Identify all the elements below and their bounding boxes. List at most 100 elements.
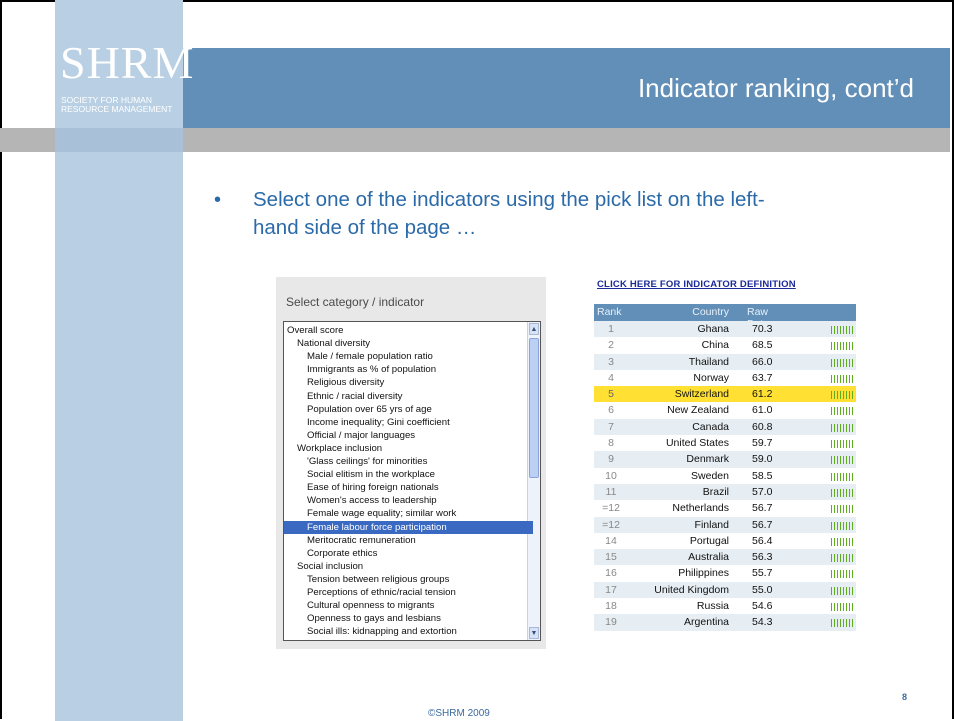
ranking-row: 3 Thailand 66.0 (594, 353, 856, 370)
country-cell: Brazil (702, 485, 729, 498)
indicator-list-item[interactable]: Population over 65 yrs of age (284, 403, 533, 416)
indicator-list-item[interactable]: Female wage equality; similar work (284, 507, 533, 520)
indicator-list-item[interactable]: Religious diversity (284, 376, 533, 389)
bullet-icon: • (214, 189, 222, 211)
indicator-list-item[interactable]: Social elitism in the workplace (284, 468, 533, 481)
indicator-list-item[interactable]: Ease of hiring foreign nationals (284, 481, 533, 494)
rank-cell: 7 (608, 420, 614, 433)
indicator-list-item[interactable]: Social inclusion (284, 560, 533, 573)
footer-copyright: ©SHRM 2009 (428, 708, 490, 719)
indicator-list-item[interactable]: Official / major languages (284, 429, 533, 442)
slide-title: Indicator ranking, cont’d (637, 73, 914, 103)
country-cell: Australia (688, 551, 729, 564)
score-bar (831, 358, 855, 367)
indicator-list-item[interactable]: Women's access to leadership (284, 494, 533, 507)
score-bar (831, 586, 855, 595)
ranking-row: 2 China 68.5 (594, 337, 856, 353)
ranking-row: 5 Switzerland 61.2 (594, 386, 856, 403)
logo-subtitle: SOCIETY FOR HUMAN RESOURCE MANAGEMENT (61, 96, 183, 114)
ranking-row: 4 Norway 63.7 (594, 370, 856, 386)
indicator-list-item[interactable]: Perceptions of ethnic/racial tension (284, 586, 533, 599)
rank-cell: 5 (608, 388, 614, 401)
indicator-list-item[interactable]: Corporate ethics (284, 547, 533, 560)
indicator-list[interactable]: ▲ ▼ Overall score National diversity Male … (283, 321, 541, 641)
country-cell: Ghana (697, 323, 729, 335)
indicator-list-item[interactable]: National diversity (284, 337, 533, 350)
score-bar (831, 619, 855, 628)
raw-data-cell: 57.0 (752, 485, 773, 498)
ranking-table: Rank Country Raw Data 1Ghana70.32China68… (594, 304, 856, 631)
indicator-list-item[interactable]: Male / female population ratio (284, 350, 533, 363)
ranking-table-header: Rank Country Raw Data (594, 304, 856, 330)
raw-data-cell: 63.7 (752, 371, 773, 384)
indicator-list-item[interactable]: Immigrants as % of population (284, 363, 533, 376)
ranking-row: =12 Finland 56.7 (594, 516, 856, 533)
raw-data-cell: 56.7 (752, 502, 773, 515)
raw-data-cell: 55.0 (752, 583, 773, 596)
score-bar (831, 554, 855, 563)
indicator-list-item[interactable]: Ethnic / racial diversity (284, 390, 533, 403)
indicator-list-item[interactable]: Meritocratic remuneration (284, 534, 533, 547)
rank-cell: 18 (605, 600, 617, 613)
indicator-list-item[interactable]: 'Glass ceilings' for minorities (284, 455, 533, 468)
score-bar (831, 521, 855, 530)
country-cell: Russia (696, 600, 729, 613)
raw-data-cell: 68.5 (752, 339, 773, 352)
rank-cell: 11 (605, 485, 617, 498)
raw-data-cell: 54.6 (752, 600, 773, 613)
ranking-row: 17 United Kingdom 55.0 (594, 581, 856, 599)
score-bar (831, 472, 855, 481)
ranking-row: 19 Argentina 54.3 (594, 614, 856, 631)
score-bar (831, 342, 855, 351)
raw-data-cell: 59.0 (752, 453, 773, 466)
ranking-row: =12 Netherlands 56.7 (594, 500, 856, 516)
country-cell: Philippines (678, 567, 729, 580)
country-cell: Thailand (688, 355, 729, 368)
score-bar (831, 423, 855, 432)
rank-cell: =12 (602, 502, 620, 515)
score-bar (831, 456, 855, 465)
rank-cell: 17 (605, 583, 617, 596)
indicator-list-item[interactable]: Social ills: kidnapping and extortion (284, 625, 533, 638)
score-bar (831, 570, 855, 579)
ranking-row: 16 Philippines 55.7 (594, 565, 856, 581)
country-cell: Denmark (686, 453, 729, 466)
raw-data-cell: 58.5 (752, 469, 773, 482)
ranking-row: 7 Canada 60.8 (594, 418, 856, 436)
raw-data-cell: 56.3 (752, 551, 773, 564)
country-cell: China (701, 339, 729, 352)
score-bar (831, 505, 855, 514)
score-bar (831, 374, 855, 383)
ranking-row: 9 Denmark 59.0 (594, 451, 856, 468)
rank-cell: 16 (605, 567, 617, 580)
rank-cell: 6 (608, 404, 614, 417)
rank-cell: 19 (605, 616, 617, 629)
indicator-list-item[interactable]: Female labour force participation (284, 520, 533, 534)
ranking-row: 8 United States 59.7 (594, 435, 856, 451)
divider-band-left (55, 128, 183, 152)
bullet-line-1: Select one of the indicators using the p… (253, 188, 765, 211)
country-cell: United Kingdom (654, 583, 729, 596)
indicator-list-item[interactable]: Cultural openness to migrants (284, 599, 533, 612)
indicator-list-item[interactable]: Tension between religious groups (284, 573, 533, 586)
score-bar (831, 407, 855, 416)
indicator-list-item[interactable]: Overall score (284, 324, 533, 337)
raw-data-cell: 60.8 (752, 420, 773, 433)
country-cell: Canada (692, 420, 729, 433)
indicator-list-item[interactable]: Workplace inclusion (284, 442, 533, 455)
ranking-row: 11 Brazil 57.0 (594, 483, 856, 501)
indicator-list-item[interactable]: Income inequality; Gini coefficient (284, 416, 533, 429)
indicator-list-item[interactable]: Openness to gays and lesbians (284, 612, 533, 625)
logo-trademark: TM (188, 40, 197, 46)
shrm-logo: SHRM TM SOCIETY FOR HUMAN RESOURCE MANAG… (60, 38, 197, 122)
indicator-definition-link[interactable]: CLICK HERE FOR INDICATOR DEFINITION (597, 279, 796, 290)
country-cell: New Zealand (667, 404, 729, 417)
raw-data-cell: 59.7 (752, 437, 773, 450)
ranking-row: 15 Australia 56.3 (594, 549, 856, 566)
score-bar (831, 488, 855, 497)
score-bar (831, 603, 855, 612)
score-bar (831, 391, 855, 400)
rank-cell: 8 (608, 437, 614, 450)
raw-data-cell: 61.2 (752, 388, 773, 401)
raw-data-cell: 70.3 (752, 323, 773, 335)
